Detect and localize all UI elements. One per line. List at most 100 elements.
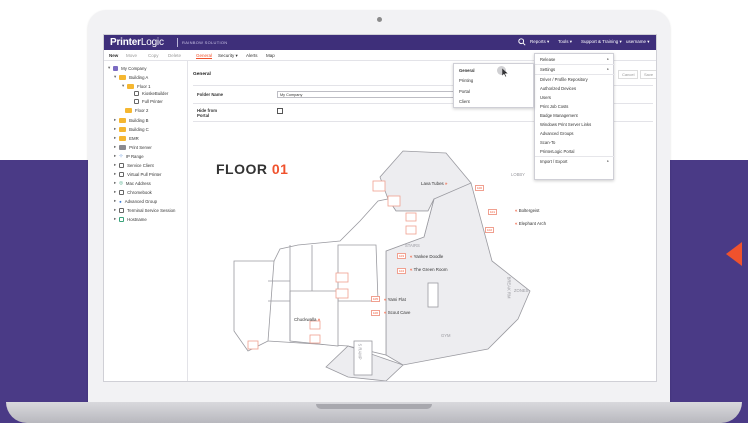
room-name: Chuckwalla xyxy=(294,317,317,322)
printer-tag[interactable]: 101 xyxy=(488,209,498,215)
expand-icon: ▸ xyxy=(114,126,117,131)
printer-icon xyxy=(134,91,139,96)
room-elephant-arch[interactable]: « Elephant Arch xyxy=(515,221,546,226)
menu-item-badge-management[interactable]: Badge Management xyxy=(540,113,578,118)
tab-general[interactable]: General xyxy=(196,53,213,59)
nav-reports[interactable]: Reports ▾ xyxy=(530,39,549,45)
room-yami-flat[interactable]: « Yami Flat xyxy=(384,297,406,302)
submenu-item-portal[interactable]: Portal xyxy=(459,89,470,94)
menu-item-authorized-devices[interactable]: Authorized Devices xyxy=(540,86,576,91)
tree-item-building-a[interactable]: ▾ Building A xyxy=(114,74,148,80)
tab-security[interactable]: Security ▾ xyxy=(218,53,238,59)
server-icon xyxy=(119,144,127,150)
section-title: General xyxy=(193,72,211,77)
tab-alerts[interactable]: Alerts xyxy=(246,53,258,58)
group-icon: ● xyxy=(119,198,122,204)
logo-main: Printer xyxy=(110,37,141,48)
cancel-button[interactable]: Cancel xyxy=(618,70,639,79)
settings-submenu: General Printing Portal Client xyxy=(453,63,534,108)
hide-portal-checkbox[interactable] xyxy=(277,108,283,114)
submenu-item-general[interactable]: General xyxy=(459,68,475,73)
folder-name-field[interactable]: My Company xyxy=(277,91,455,98)
new-button[interactable]: New xyxy=(109,53,118,58)
save-button[interactable]: Save xyxy=(640,70,656,79)
menu-item-scan-to[interactable]: Scan-To xyxy=(540,140,555,145)
printer-tag[interactable]: 106 xyxy=(371,310,381,316)
menu-separator xyxy=(535,156,615,157)
tree-item-virtual-pull-printer[interactable]: ▸ Virtual Pull Printer xyxy=(114,171,161,177)
expand-icon: ▸ xyxy=(114,135,117,140)
terminal-icon xyxy=(119,207,125,213)
copy-button[interactable]: Copy xyxy=(148,53,159,58)
nav-support[interactable]: Support & Training ▾ xyxy=(581,39,622,45)
arrow-right-icon: » xyxy=(317,317,321,322)
printer-tag[interactable]: 104 xyxy=(397,268,407,274)
menu-separator xyxy=(535,74,615,75)
west-wing xyxy=(233,260,275,352)
tree-item-hostname[interactable]: ▸ Hostname xyxy=(114,216,147,222)
tree-label: Service Client xyxy=(127,162,154,168)
room-name: Yankee Doodle xyxy=(413,254,444,259)
expand-icon: ▸ xyxy=(114,207,117,212)
printer-tag[interactable]: 105 xyxy=(371,296,381,302)
printer-tag[interactable]: 100 xyxy=(475,185,485,191)
arrow-left-icon: « xyxy=(410,254,413,259)
menu-item-settings[interactable]: Settings xyxy=(540,67,555,72)
room-scout-cave[interactable]: « Scout Cave xyxy=(384,310,410,315)
tree-item-building-b[interactable]: ▸ Building B xyxy=(114,117,149,123)
tree-item-service-client[interactable]: ▸ Service Client xyxy=(114,162,154,168)
printer-tag[interactable]: 103 xyxy=(397,253,407,259)
tree-label: Building C xyxy=(129,126,149,132)
tree-label: Hostname xyxy=(127,216,147,222)
screen: PrinterLogic RAINBOW SOLUTION Reports ▾ … xyxy=(103,34,657,382)
printer-box xyxy=(309,334,321,344)
submenu-item-client[interactable]: Client xyxy=(459,99,470,104)
nav-tools[interactable]: Tools ▾ xyxy=(558,39,572,45)
search-icon[interactable] xyxy=(518,38,526,46)
tree-item-building-c[interactable]: ▸ Building C xyxy=(114,126,149,132)
menu-item-windows-print-server-links[interactable]: Windows Print Server Links xyxy=(540,122,591,127)
tree-item-full-printer[interactable]: Full Printer xyxy=(134,99,163,104)
printer-box xyxy=(405,225,417,235)
nav-user[interactable]: username ▾ xyxy=(626,39,650,45)
tree-label: Virtual Pull Printer xyxy=(127,171,162,177)
tree-item-emr[interactable]: ▸ EMR xyxy=(114,135,139,141)
tree-item-advanced-group[interactable]: ▸ ● Advanced Group xyxy=(114,198,157,204)
tree-item-print-server[interactable]: ▸ Print Server xyxy=(114,144,152,150)
tree-item-ip-range[interactable]: ▸ ⊹ IP Range xyxy=(114,153,144,159)
tree-item-mac-address[interactable]: ▸ ◎ Mac Address xyxy=(114,180,151,186)
tree-item-floor-1[interactable]: ▾ Floor 1 xyxy=(122,83,151,89)
room-name: Boltergeist xyxy=(518,208,540,213)
printer-box xyxy=(309,320,321,330)
logo: PrinterLogic xyxy=(110,37,164,48)
move-button[interactable]: Move xyxy=(126,53,137,58)
menu-item-printerlogic-portal[interactable]: PrinterLogic Portal xyxy=(540,149,574,154)
room-yankee-doodle[interactable]: « Yankee Doodle xyxy=(410,254,443,259)
menu-item-release[interactable]: Release xyxy=(540,57,555,62)
arrow-left-icon: « xyxy=(384,310,387,315)
menu-item-driver-profile[interactable]: Driver / Profile Repository xyxy=(540,77,588,82)
tree-item-kioskebuilder[interactable]: KioskeBuilder xyxy=(134,91,168,96)
room-boltergeist[interactable]: « Boltergeist xyxy=(515,208,539,213)
room-green-room[interactable]: « The Green Room xyxy=(410,267,448,272)
tree-item-my-company[interactable]: ▾ My Company xyxy=(108,65,146,71)
room-lava-tubes[interactable]: Lava Tubes » xyxy=(421,181,447,186)
tree-item-terminal-service-session[interactable]: ▸ Terminal Service Session xyxy=(114,207,175,213)
room-chuckwalla[interactable]: Chuckwalla » xyxy=(294,317,320,322)
room-name: Lava Tubes xyxy=(421,181,444,186)
menu-item-users[interactable]: Users xyxy=(540,95,551,100)
chevron-right-icon: ▸ xyxy=(607,67,609,71)
folder-icon xyxy=(127,83,135,89)
printer-tag[interactable]: 102 xyxy=(485,227,495,233)
menu-item-print-job-costs[interactable]: Print Job Costs xyxy=(540,104,568,109)
menu-item-import-export[interactable]: Import / Export xyxy=(540,159,567,164)
tree-item-chromebook[interactable]: ▸ Chromebook xyxy=(114,189,152,195)
menu-item-advanced-groups[interactable]: Advanced Groups xyxy=(540,131,574,136)
tab-map[interactable]: Map xyxy=(266,53,275,58)
folder-name-label: Folder Name xyxy=(197,92,224,97)
zone-zones: ZONES xyxy=(514,288,529,293)
collapse-icon: ▾ xyxy=(108,65,111,70)
delete-button[interactable]: Delete xyxy=(168,53,181,58)
tree-item-floor-2[interactable]: Floor 2 xyxy=(125,108,148,113)
submenu-item-printing[interactable]: Printing xyxy=(459,78,473,83)
